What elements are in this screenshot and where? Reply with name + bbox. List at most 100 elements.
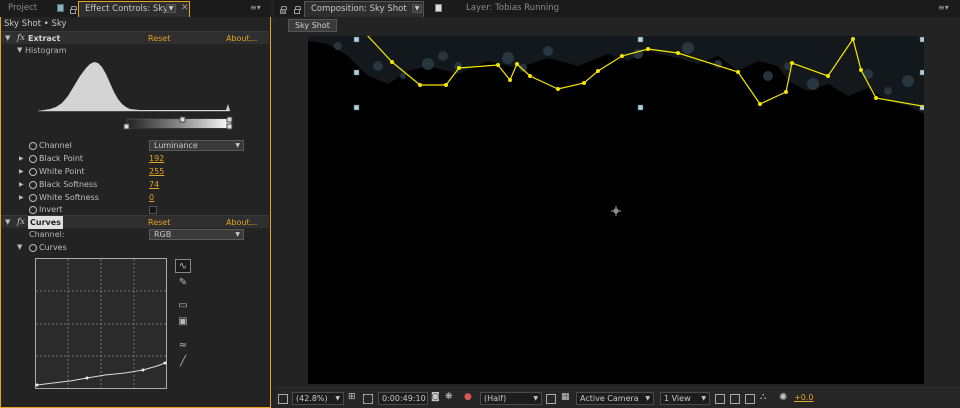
param-row-black-point: ▶ Black Point 192 xyxy=(1,152,269,165)
composition-panel: Composition: Sky Shot ▼ Layer: Tobias Ru… xyxy=(274,0,960,408)
exposure-value[interactable]: +0.0 xyxy=(794,392,813,405)
chevron-down-icon[interactable]: ▼ xyxy=(166,4,176,13)
param-value[interactable]: 74 xyxy=(149,178,159,191)
magnification-value: (42.8%) xyxy=(296,394,328,403)
region-of-interest-icon[interactable] xyxy=(546,394,556,404)
stopwatch-icon[interactable] xyxy=(29,194,37,202)
grid-icon[interactable]: ⊞ xyxy=(348,392,356,405)
viewer-bottom-bar: (42.8%) ▼ ⊞ 0:00:49:10 ◙ ❋ ● (Half) ▼ ▦ … xyxy=(274,387,960,408)
snapshot-icon[interactable]: ◙ xyxy=(431,392,440,405)
view-layout-value: 1 View xyxy=(664,394,691,403)
stopwatch-icon[interactable] xyxy=(29,142,37,150)
channel-select-value: Luminance xyxy=(154,141,198,150)
anchor-point-icon[interactable] xyxy=(611,206,621,216)
pencil-tool-icon[interactable]: ✎ xyxy=(175,276,191,290)
exposure-icon[interactable]: ✺ xyxy=(779,392,787,405)
chevron-down-icon: ▼ xyxy=(645,395,650,402)
channel-row: Channel Luminance ▼ xyxy=(1,139,269,152)
chevron-down-icon: ▼ xyxy=(235,142,240,149)
close-icon[interactable]: ✕ xyxy=(181,4,189,13)
histogram-label: Histogram xyxy=(25,46,67,55)
layer-handle[interactable] xyxy=(353,69,360,76)
channel-icon[interactable]: ● xyxy=(464,392,472,405)
expand-triangle-icon[interactable]: ▶ xyxy=(19,178,24,191)
always-preview-icon[interactable] xyxy=(278,394,288,404)
resolution-select[interactable]: (Half) ▼ xyxy=(480,392,542,405)
curves-graph[interactable] xyxy=(35,258,168,390)
stopwatch-icon[interactable] xyxy=(29,155,37,163)
tab-project[interactable]: Project xyxy=(2,1,48,17)
panel-square-icon xyxy=(57,4,64,12)
camera-select[interactable]: Active Camera ▼ xyxy=(576,392,654,405)
curves-channel-select[interactable]: RGB ▼ xyxy=(149,229,244,240)
show-snapshot-icon[interactable]: ❋ xyxy=(445,392,453,405)
layer-handle[interactable] xyxy=(919,36,924,43)
channel-label: Channel xyxy=(39,141,72,150)
smooth-icon[interactable]: ≈ xyxy=(175,339,191,353)
layer-handle[interactable] xyxy=(353,36,360,43)
white-point-handle[interactable] xyxy=(226,116,233,123)
stopwatch-icon[interactable] xyxy=(29,168,37,176)
lock-icon[interactable] xyxy=(70,6,77,14)
save-icon[interactable]: ▣ xyxy=(175,315,191,329)
stopwatch-icon[interactable] xyxy=(29,244,37,252)
tab-effect-controls-label: Effect Controls: Sky xyxy=(85,4,168,14)
panel-menu-icon[interactable]: ≡▾ xyxy=(250,4,261,12)
curves-channel-row: Channel: RGB ▼ xyxy=(1,228,269,241)
flowchart-icon[interactable]: ⛬ xyxy=(760,392,766,405)
panel-menu-icon[interactable]: ≡▾ xyxy=(938,4,949,12)
collapse-triangle-icon[interactable]: ▼ xyxy=(17,44,22,57)
magnification-select[interactable]: (42.8%) ▼ xyxy=(292,392,344,405)
tab-composition[interactable]: Composition: Sky Shot xyxy=(304,1,424,17)
comp-subtab[interactable]: Sky Shot xyxy=(288,19,337,32)
chevron-down-icon[interactable]: ▼ xyxy=(412,4,422,13)
effect-header-extract[interactable]: ▼ fx Extract Reset About... xyxy=(1,31,269,44)
open-folder-icon[interactable]: ▭ xyxy=(175,299,191,313)
fast-previews-icon[interactable] xyxy=(730,394,740,404)
layer-handle[interactable] xyxy=(919,69,924,76)
mask-visibility-icon[interactable] xyxy=(363,394,373,404)
histogram-row: ▼ Histogram xyxy=(1,44,269,57)
curve-tool-icon[interactable]: ∿ xyxy=(175,259,191,273)
panel-square-icon xyxy=(435,4,442,12)
composition-viewer[interactable] xyxy=(308,36,924,384)
timecode-display[interactable]: 0:00:49:10 xyxy=(378,392,428,405)
histogram-graph xyxy=(38,62,233,130)
toggle-pixel-aspect-icon[interactable] xyxy=(715,394,725,404)
timeline-icon[interactable] xyxy=(745,394,755,404)
white-softness-handle[interactable] xyxy=(226,123,233,130)
stopwatch-icon[interactable] xyxy=(29,206,37,214)
layer-handle[interactable] xyxy=(637,104,644,111)
curves-channel-label: Channel: xyxy=(29,230,65,239)
layer-handle[interactable] xyxy=(637,36,644,43)
effect-header-curves[interactable]: ▼ fx Curves Reset About... xyxy=(1,215,269,229)
tab-layer[interactable]: Layer: Tobias Running xyxy=(460,1,580,17)
param-row-black-softness: ▶ Black Softness 74 xyxy=(1,178,269,191)
chevron-down-icon: ▼ xyxy=(335,395,340,402)
black-point-handle[interactable] xyxy=(123,123,130,130)
expand-triangle-icon[interactable]: ▶ xyxy=(19,165,24,178)
param-value[interactable]: 255 xyxy=(149,165,164,178)
transparency-grid-icon[interactable]: ▦ xyxy=(561,392,570,405)
view-layout-select[interactable]: 1 View ▼ xyxy=(660,392,710,405)
curves-channel-select-value: RGB xyxy=(154,230,172,239)
camera-value: Active Camera xyxy=(580,394,639,403)
softness-handle[interactable] xyxy=(179,116,186,123)
channel-select[interactable]: Luminance ▼ xyxy=(149,140,244,151)
chevron-down-icon: ▼ xyxy=(533,395,538,402)
viewer-canvas xyxy=(308,36,924,216)
chevron-down-icon: ▼ xyxy=(701,395,706,402)
layer-handle[interactable] xyxy=(353,104,360,111)
comp-icon xyxy=(280,6,287,14)
curves-row: ▼ Curves xyxy=(1,241,269,254)
reset-line-icon[interactable]: ╱ xyxy=(175,355,191,369)
comp-tab-bar: Composition: Sky Shot ▼ Layer: Tobias Ru… xyxy=(274,0,960,17)
stopwatch-icon[interactable] xyxy=(29,181,37,189)
param-value[interactable]: 192 xyxy=(149,152,164,165)
invert-checkbox[interactable] xyxy=(149,206,157,214)
lock-icon[interactable] xyxy=(294,6,301,14)
chevron-down-icon: ▼ xyxy=(235,231,240,238)
resolution-value: (Half) xyxy=(484,394,507,403)
expand-triangle-icon[interactable]: ▶ xyxy=(19,152,24,165)
collapse-triangle-icon[interactable]: ▼ xyxy=(17,241,22,254)
